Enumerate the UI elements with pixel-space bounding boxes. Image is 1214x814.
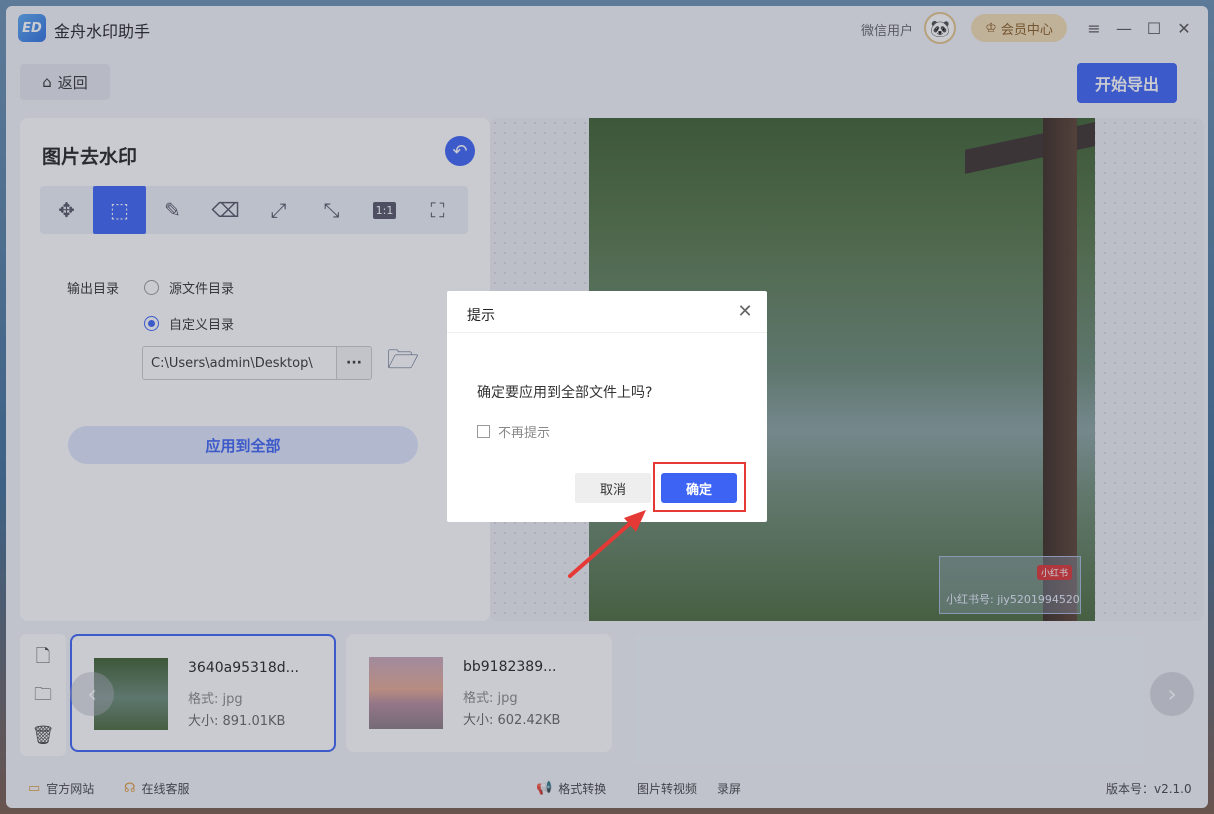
checkbox-icon <box>477 425 490 438</box>
highlight-box <box>653 462 746 512</box>
dialog-message: 确定要应用到全部文件上吗? <box>477 385 653 401</box>
dialog-header: 提示 ✕ <box>447 291 767 333</box>
dont-show-label: 不再提示 <box>498 426 551 441</box>
dont-show-checkbox[interactable]: 不再提示 <box>477 422 550 441</box>
dialog-title: 提示 <box>467 308 495 324</box>
cancel-button[interactable]: 取消 <box>575 473 651 503</box>
pointer-arrow-icon <box>568 510 646 578</box>
close-icon[interactable]: ✕ <box>735 301 755 322</box>
